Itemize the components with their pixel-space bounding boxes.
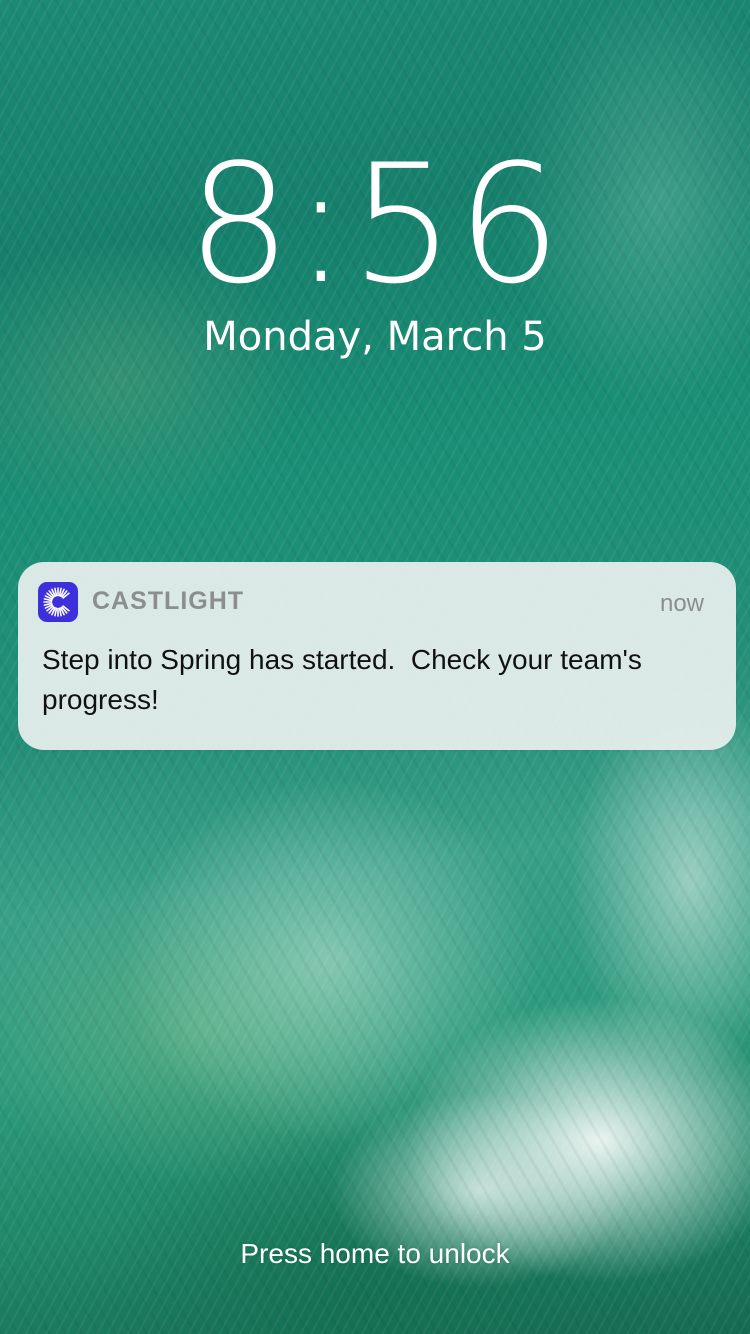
notification-app-name: CASTLIGHT [92, 587, 245, 615]
notification-header: CASTLIGHT now [18, 562, 736, 642]
notification-timestamp: now [659, 590, 704, 617]
lockscreen-clock: 8:56 [186, 129, 564, 320]
lockscreen-date: Monday, March 5 [203, 314, 547, 360]
notification-message: Step into Spring has started. Check your… [42, 644, 650, 715]
notification-card[interactable]: CASTLIGHT now Step into Spring has start… [18, 562, 736, 750]
castlight-app-icon [38, 582, 78, 622]
unlock-hint: Press home to unlock [240, 1238, 510, 1269]
